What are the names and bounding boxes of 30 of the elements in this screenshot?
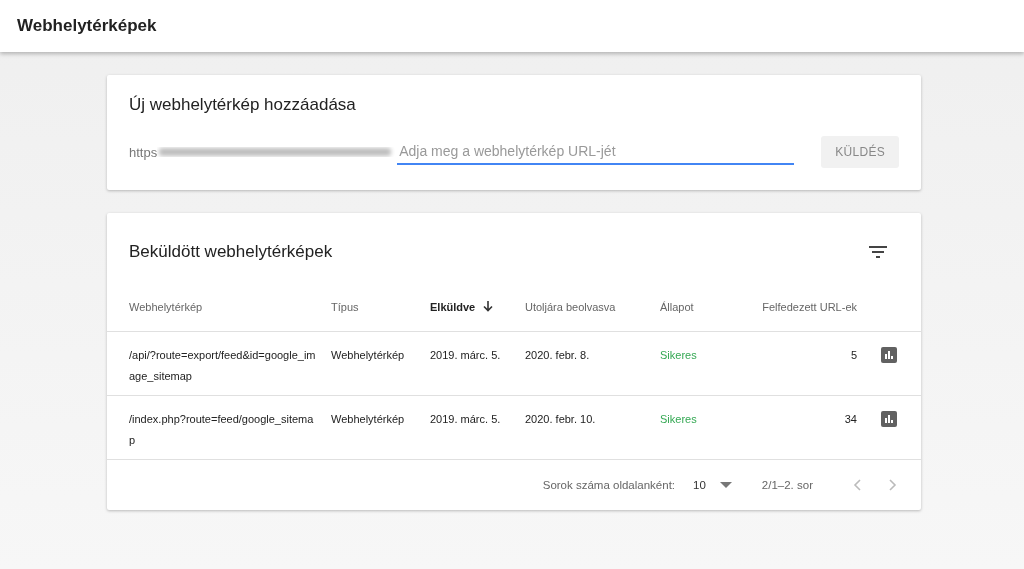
rows-per-page-select[interactable]: 10 — [693, 479, 706, 491]
url-prefix: https — [129, 144, 158, 160]
page-range: 2/1–2. sor — [761, 479, 813, 491]
column-header[interactable]: Állapot — [660, 300, 694, 313]
table-cell-text: 34 — [843, 412, 857, 427]
sort-arrow-icon — [483, 301, 494, 312]
card-title: Új webhelytérkép hozzáadása — [129, 95, 357, 115]
status-text: Sikeres — [660, 412, 698, 427]
page-title: Webhelytérképek — [17, 16, 157, 36]
table-cell-text: 2019. márc. 5. — [430, 412, 502, 427]
column-header[interactable]: Felfedezett URL-ek — [762, 300, 857, 313]
table-cell-text: /index.php?route=feed/google_sitemap — [129, 412, 315, 448]
column-header[interactable]: Webhelytérkép — [129, 300, 203, 313]
rows-per-page-label: Sorok száma oldalanként: — [542, 479, 676, 491]
table-cell-text: 5 — [849, 348, 857, 363]
table-cell-text: 2020. febr. 10. — [525, 412, 597, 427]
caret-icon — [719, 482, 732, 488]
bar-chart-icon[interactable] — [881, 347, 897, 363]
card-title: Beküldött webhelytérképek — [129, 242, 333, 262]
table-cell-text: 2020. febr. 8. — [525, 348, 591, 363]
table-cell-text: 2019. márc. 5. — [430, 348, 502, 363]
status-text: Sikeres — [660, 348, 698, 363]
column-header[interactable]: Elküldve — [430, 300, 476, 313]
column-header[interactable]: Utoljára beolvasva — [525, 300, 616, 313]
column-header[interactable]: Típus — [331, 300, 359, 313]
filter-icon[interactable] — [869, 246, 887, 258]
table-cell-text: Webhelytérkép — [331, 348, 406, 363]
table-cell-text: /api/?route=export/feed&id=google_image_sitemap — [129, 348, 317, 384]
bar-chart-icon[interactable] — [881, 411, 897, 427]
table-cell-text: Webhelytérkép — [331, 412, 406, 427]
